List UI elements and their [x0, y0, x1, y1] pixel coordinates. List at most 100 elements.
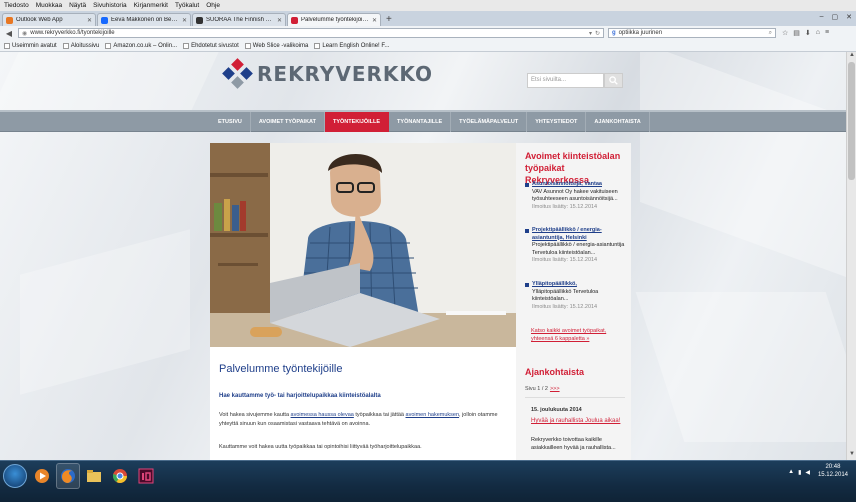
system-tray: ▲ ▮ ◀ [788, 469, 810, 476]
indesign-taskbar-icon[interactable] [134, 463, 158, 489]
text: työpaikkaa tai jättää [353, 412, 406, 418]
bookmark-suggested-sites[interactable]: Ehdotetut sivustot [183, 42, 239, 49]
explorer-taskbar-icon[interactable] [82, 463, 106, 489]
tab-behance[interactable]: Eeva Makkonen on Behance ✕ [97, 13, 191, 26]
chrome-taskbar-icon[interactable] [108, 463, 132, 489]
all-jobs-link[interactable]: Katso kaikki avoimet työpaikat, yhteensä… [531, 327, 626, 343]
bookmark-star-icon[interactable]: ☆ [782, 29, 788, 37]
toolbar-icons: ☆ ▤ ⬇ ⌂ ≡ [782, 29, 829, 37]
job-title-link[interactable]: Asuntoisännöitsijä, Vantaa [525, 181, 625, 189]
home-icon[interactable]: ⌂ [816, 29, 820, 37]
site-search-input[interactable]: Etsi sivuilta... [527, 73, 604, 88]
news-pager: Sivu 1 / 2 >>> [525, 386, 560, 392]
news-heading: Ajankohtaista [525, 367, 585, 377]
background-shape [20, 229, 190, 395]
search-icon[interactable]: ⌕ [769, 30, 772, 37]
logo-mark-icon [222, 58, 253, 89]
window-controls: – ▢ ✕ [820, 13, 852, 21]
bookmark-web-slice[interactable]: Web Slice -valikoima [244, 42, 308, 49]
open-jobs-link[interactable]: avoimessa haussa olevaa [291, 412, 354, 418]
browser-search-box[interactable]: g optiikka juurinen ⌕ [608, 28, 776, 38]
close-tab-icon[interactable]: ✕ [277, 17, 282, 24]
scroll-up-arrow-icon[interactable]: ▲ [847, 52, 856, 61]
windows-taskbar: ▲ ▮ ◀ 20:48 15.12.2014 [0, 460, 856, 502]
site-logo[interactable]: REKRYVERKKO [222, 58, 433, 89]
dropdown-arrow-icon[interactable]: ▾ [589, 30, 592, 37]
menu-view[interactable]: Näytä [69, 2, 86, 9]
tab-label: SUORAA The Finnish Buildi... [206, 17, 274, 23]
nav-tyoelamapalvelut[interactable]: TYÖELÄMÄPALVELUT [451, 112, 528, 132]
job-title-link[interactable]: Ylläpitopäällikkö, [525, 281, 625, 289]
tab-suoraa[interactable]: SUORAA The Finnish Buildi... ✕ [192, 13, 286, 26]
nav-tyontekijoille[interactable]: TYÖNTEKIJÖILLE [324, 112, 390, 132]
nav-avoimet-tyopaikat[interactable]: AVOIMET TYÖPAIKAT [251, 112, 325, 132]
news-headline-link[interactable]: Hyvää ja rauhallista Joulua aikaa! [531, 417, 623, 425]
menu-bookmarks[interactable]: Kirjanmerkit [134, 2, 168, 9]
volume-icon[interactable]: ◀ [805, 469, 810, 476]
tab-label: Eeva Makkonen on Behance [111, 17, 179, 23]
job-title-link[interactable]: Projektipäällikkö / energia-asiantuntija… [525, 227, 625, 242]
firefox-taskbar-icon[interactable] [56, 463, 80, 489]
clock[interactable]: 20:48 15.12.2014 [818, 463, 848, 479]
menu-icon[interactable]: ≡ [825, 29, 829, 37]
job-meta: Ilmoitus lisätty: 15.12.2014 [532, 203, 598, 210]
job-meta: Ilmoitus lisätty: 15.12.2014 [532, 303, 598, 310]
show-hidden-icons-icon[interactable]: ▲ [788, 469, 794, 476]
nav-tyonantajille[interactable]: TYÖNANTAJILLE [389, 112, 452, 132]
start-button[interactable] [3, 464, 27, 488]
intro-paragraph: Voit hakea sivujemme kautta avoimessa ha… [219, 411, 505, 428]
open-application-link[interactable]: avoimen hakemuksen [406, 412, 460, 418]
site-search-button[interactable] [604, 73, 623, 88]
folder-icon [87, 470, 101, 482]
nav-etusivu[interactable]: ETUSIVU [210, 112, 251, 132]
network-icon[interactable]: ▮ [798, 469, 801, 476]
nav-yhteystiedot[interactable]: YHTEYSTIEDOT [527, 112, 587, 132]
address-bar[interactable]: ◉ www.rekryverkko.fi/tyontekijoille ▾ ↻ [18, 28, 604, 38]
sidebar: Avoimet kiinteistöalan työpaikat Rekryve… [516, 143, 631, 460]
menu-tools[interactable]: Työkalut [175, 2, 199, 9]
menu-edit[interactable]: Muokkaa [36, 2, 62, 9]
bookmark-icon [105, 42, 112, 49]
page-scrollbar[interactable]: ▲ ▼ [846, 52, 856, 460]
bookmark-label: Ehdotetut sivustot [191, 42, 239, 49]
second-paragraph: Kauttamme voit hakea uutta työpaikkaa ta… [219, 444, 422, 450]
man-at-laptop-illustration [210, 143, 516, 347]
tab-rekryverkko[interactable]: Palvelumme työntekijöille | ... ✕ [287, 13, 381, 26]
news-date: 15. joulukuuta 2014 [531, 407, 582, 413]
tab-outlook[interactable]: Outlook Web App ✕ [2, 13, 96, 26]
search-text: optiikka juurinen [618, 30, 663, 36]
logo-text: REKRYVERKKO [257, 62, 433, 86]
menu-help[interactable]: Ohje [206, 2, 220, 9]
scroll-down-arrow-icon[interactable]: ▼ [847, 451, 856, 460]
pager-next-link[interactable]: >>> [550, 386, 560, 392]
reading-list-icon[interactable]: ▤ [793, 29, 800, 37]
bookmark-icon [314, 42, 321, 49]
clock-time: 20:48 [825, 464, 841, 470]
hero-image [210, 143, 516, 347]
scrollbar-thumb[interactable] [848, 62, 855, 180]
outlook-favicon-icon [6, 16, 13, 24]
media-player-taskbar-icon[interactable] [30, 463, 54, 489]
close-tab-icon[interactable]: ✕ [372, 17, 377, 24]
close-window-icon[interactable]: ✕ [846, 13, 852, 21]
tab-label: Palvelumme työntekijöille | ... [301, 17, 369, 23]
bookmark-most-visited[interactable]: Useimmin avatut [4, 42, 57, 49]
reload-icon[interactable]: ↻ [595, 30, 600, 37]
back-arrow-icon[interactable]: ◀ [4, 29, 14, 38]
behance-favicon-icon [101, 16, 108, 24]
close-tab-icon[interactable]: ✕ [182, 17, 187, 24]
bookmark-amazon[interactable]: Amazon.co.uk – Onlin... [105, 42, 177, 49]
search-engine-icon[interactable]: g [612, 30, 616, 36]
nav-ajankohtaista[interactable]: AJANKOHTAISTA [586, 112, 650, 132]
menu-history[interactable]: Sivuhistoria [93, 2, 127, 9]
bookmark-start-page[interactable]: Aloitussivu [62, 42, 99, 49]
minimize-icon[interactable]: – [820, 13, 824, 21]
job-meta: Ilmoitus lisätty: 15.12.2014 [532, 257, 598, 263]
new-tab-button[interactable]: + [386, 14, 392, 25]
menu-file[interactable]: Tiedosto [4, 2, 29, 9]
download-icon[interactable]: ⬇ [805, 29, 811, 37]
bookmark-learn-english[interactable]: Learn English Online! F... [314, 42, 389, 49]
job-listing: Ylläpitopäällikkö, Ylläpitopäällikkö Ter… [525, 281, 625, 311]
close-tab-icon[interactable]: ✕ [87, 17, 92, 24]
maximize-icon[interactable]: ▢ [832, 13, 839, 21]
